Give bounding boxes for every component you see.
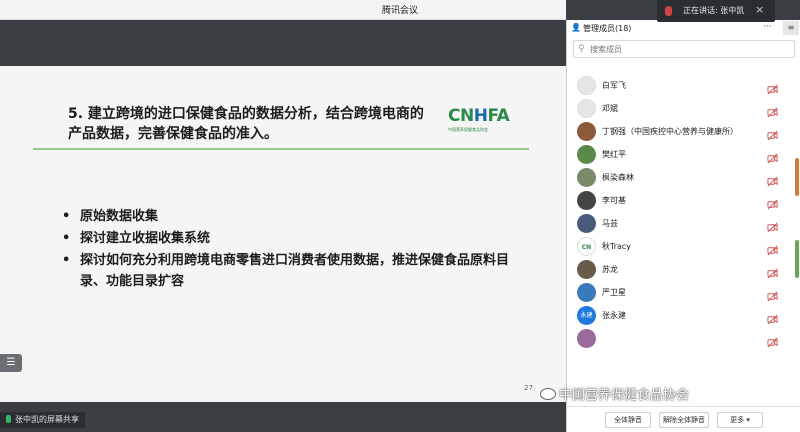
avatar <box>577 145 596 164</box>
microphone-icon <box>6 415 11 423</box>
avatar: 永建 <box>577 306 596 325</box>
bullet-item: 探讨建立收据收集系统 <box>62 228 532 249</box>
member-name: 苏龙 <box>602 265 618 274</box>
shared-screen-stage: 5. 建立跨境的进口保健食品的数据分析，结合跨境电商的产品数据，完善保健食品的准… <box>0 20 566 432</box>
avatar: CN <box>577 237 596 256</box>
avatar <box>577 283 596 302</box>
panel-header: 👤 管理成员(18) ··· ≡ <box>567 20 800 36</box>
member-row[interactable]: 永建 张永建 <box>567 306 795 326</box>
speaking-banner: 正在讲话: 张中凯 × <box>657 0 775 22</box>
camera-off-icon[interactable] <box>767 218 778 233</box>
member-name: 马芸 <box>602 219 618 228</box>
camera-off-icon[interactable] <box>767 172 778 187</box>
avatar <box>577 122 596 141</box>
member-row[interactable]: 丁钢强（中国疾控中心营养与健康所） <box>567 122 795 142</box>
heading-divider <box>33 148 529 150</box>
camera-off-icon[interactable] <box>767 103 778 118</box>
avatar <box>577 260 596 279</box>
member-name: 严卫星 <box>602 288 626 297</box>
camera-off-icon[interactable] <box>767 149 778 164</box>
scrollbar[interactable] <box>795 60 800 418</box>
avatar <box>577 99 596 118</box>
camera-off-icon[interactable] <box>767 241 778 256</box>
member-row[interactable]: 邓斌 <box>567 99 795 119</box>
member-name: 秋Tracy <box>602 242 632 251</box>
member-name: 白军飞 <box>602 81 626 90</box>
camera-off-icon[interactable] <box>767 195 778 210</box>
microphone-icon <box>665 6 672 16</box>
avatar <box>577 329 596 348</box>
scroll-thumb[interactable] <box>795 158 799 196</box>
search-icon: ⚲ <box>578 44 585 54</box>
member-row[interactable]: CN 秋Tracy <box>567 237 795 257</box>
member-name: 樊红平 <box>602 150 626 159</box>
members-icon: 👤 <box>571 23 581 32</box>
avatar <box>577 168 596 187</box>
member-name: 丁钢强（中国疾控中心营养与健康所） <box>602 127 738 136</box>
member-row[interactable]: 白军飞 <box>567 76 795 96</box>
avatar <box>577 76 596 95</box>
member-row[interactable] <box>567 329 795 349</box>
unmute-all-button[interactable]: 解除全体静音 <box>659 412 709 428</box>
mute-all-button[interactable]: 全体静音 <box>605 412 651 428</box>
screen-share-label: 张中凯的屏幕共享 <box>0 412 85 428</box>
members-panel: 👤 管理成员(18) ··· ≡ ⚲ 白军飞邓斌丁钢强（中国疾控中心营养与健康所… <box>566 20 800 432</box>
wechat-icon <box>540 388 556 400</box>
camera-off-icon[interactable] <box>767 126 778 141</box>
member-row[interactable]: 苏龙 <box>567 260 795 280</box>
close-icon[interactable]: × <box>755 3 764 16</box>
member-name: 李可基 <box>602 196 626 205</box>
avatar <box>577 214 596 233</box>
member-row[interactable]: 马芸 <box>567 214 795 234</box>
presentation-slide: 5. 建立跨境的进口保健食品的数据分析，结合跨境电商的产品数据，完善保健食品的准… <box>0 66 566 402</box>
slide-bullet-list: 原始数据收集 探讨建立收据收集系统 探讨如何充分利用跨境电商零售进口消费者使用数… <box>62 206 532 293</box>
panel-title: 管理成员(18) <box>583 24 632 33</box>
wechat-watermark: 中国营养保健食品协会 <box>540 384 689 403</box>
member-name: 邓斌 <box>602 104 618 113</box>
bullet-item: 原始数据收集 <box>62 206 532 227</box>
camera-off-icon[interactable] <box>767 287 778 302</box>
camera-off-icon[interactable] <box>767 264 778 279</box>
more-button[interactable]: 更多 ▾ <box>717 412 763 428</box>
scroll-thumb[interactable] <box>795 240 799 278</box>
member-name: 张永建 <box>602 311 626 320</box>
panel-menu-button[interactable]: ≡ <box>783 21 799 35</box>
cnhfa-logo: CNHFA 中国营养保健食品协会 <box>448 106 510 132</box>
search-input[interactable] <box>590 43 790 55</box>
member-name: 枫染森林 <box>602 173 634 182</box>
member-row[interactable]: 樊红平 <box>567 145 795 165</box>
member-search[interactable]: ⚲ <box>573 40 795 58</box>
panel-footer: 全体静音 解除全体静音 更多 ▾ <box>567 406 800 432</box>
member-row[interactable]: 枫染森林 <box>567 168 795 188</box>
camera-off-icon[interactable] <box>767 333 778 348</box>
member-row[interactable]: 李可基 <box>567 191 795 211</box>
speaking-text: 正在讲话: 张中凯 <box>683 6 745 15</box>
title-bar: 腾讯会议 <box>0 0 566 20</box>
camera-off-icon[interactable] <box>767 80 778 95</box>
slide-page-number: 27 <box>524 384 533 392</box>
member-row[interactable]: 严卫星 <box>567 283 795 303</box>
bullet-item: 探讨如何充分利用跨境电商零售进口消费者使用数据，推进保健食品原料目录、功能目录扩… <box>62 250 532 292</box>
camera-off-icon[interactable] <box>767 310 778 325</box>
slide-heading: 5. 建立跨境的进口保健食品的数据分析，结合跨境电商的产品数据，完善保健食品的准… <box>68 106 424 142</box>
more-options-icon[interactable]: ··· <box>763 22 772 32</box>
avatar <box>577 191 596 210</box>
list-menu-button[interactable]: ☰ <box>0 354 22 372</box>
